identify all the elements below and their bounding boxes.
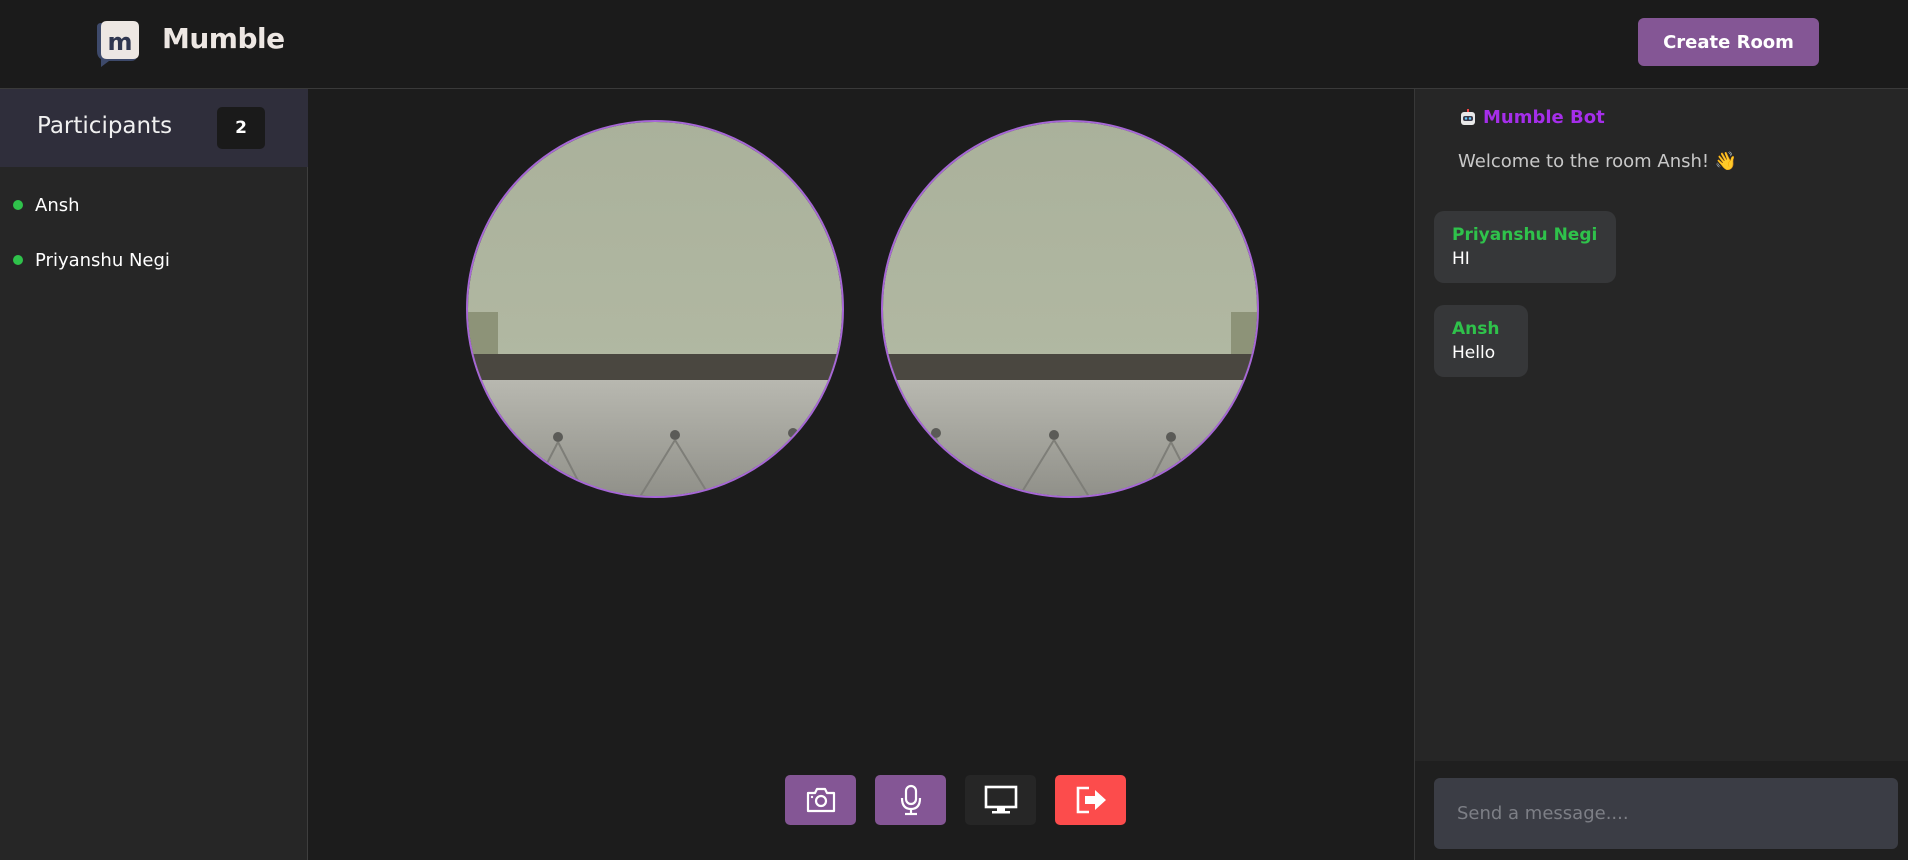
- participant-name: Ansh: [35, 194, 80, 216]
- mumble-logo-icon[interactable]: m: [93, 19, 141, 67]
- camera-icon: [806, 787, 835, 813]
- video-feed-ansh: [466, 120, 844, 498]
- participants-header: Participants 2: [0, 89, 308, 167]
- top-navbar: m Mumble Create Room: [0, 0, 1908, 89]
- chat-message: Ansh Hello: [1434, 305, 1528, 377]
- participant-item: Priyanshu Negi: [0, 244, 308, 276]
- participants-title: Participants: [37, 113, 173, 139]
- participant-name: Priyanshu Negi: [35, 249, 170, 271]
- message-input[interactable]: [1434, 778, 1898, 849]
- bot-welcome-message: Welcome to the room Ansh! 👋: [1458, 151, 1738, 172]
- robot-icon: [1461, 108, 1475, 125]
- screen-share-icon: [984, 785, 1017, 814]
- create-room-button[interactable]: Create Room: [1638, 18, 1819, 66]
- bot-header: Mumble Bot: [1459, 107, 1605, 128]
- screen-share-button[interactable]: [965, 775, 1036, 825]
- brand-name[interactable]: Mumble: [162, 22, 285, 55]
- message-author: Priyanshu Negi: [1452, 225, 1598, 245]
- participants-count-badge: 2: [217, 107, 265, 149]
- leave-room-button[interactable]: [1055, 775, 1126, 825]
- chat-panel: Mumble Bot Welcome to the room Ansh! 👋 P…: [1414, 89, 1908, 860]
- participant-item: Ansh: [0, 189, 308, 221]
- video-feed-priyanshu: [881, 120, 1259, 498]
- microphone-icon: [900, 784, 921, 816]
- leave-icon: [1076, 786, 1106, 814]
- svg-text:m: m: [107, 28, 132, 56]
- chat-message: Priyanshu Negi HI: [1434, 211, 1616, 283]
- message-text: HI: [1452, 249, 1470, 269]
- bot-name: Mumble Bot: [1483, 107, 1605, 128]
- online-status-icon: [13, 200, 23, 210]
- video-stage: [309, 89, 1414, 860]
- online-status-icon: [13, 255, 23, 265]
- participants-sidebar: Participants 2 Ansh Priyanshu Negi: [0, 89, 308, 860]
- microphone-button[interactable]: [875, 775, 946, 825]
- camera-button[interactable]: [785, 775, 856, 825]
- message-text: Hello: [1452, 343, 1496, 363]
- message-composer: [1415, 761, 1908, 860]
- message-author: Ansh: [1452, 319, 1500, 339]
